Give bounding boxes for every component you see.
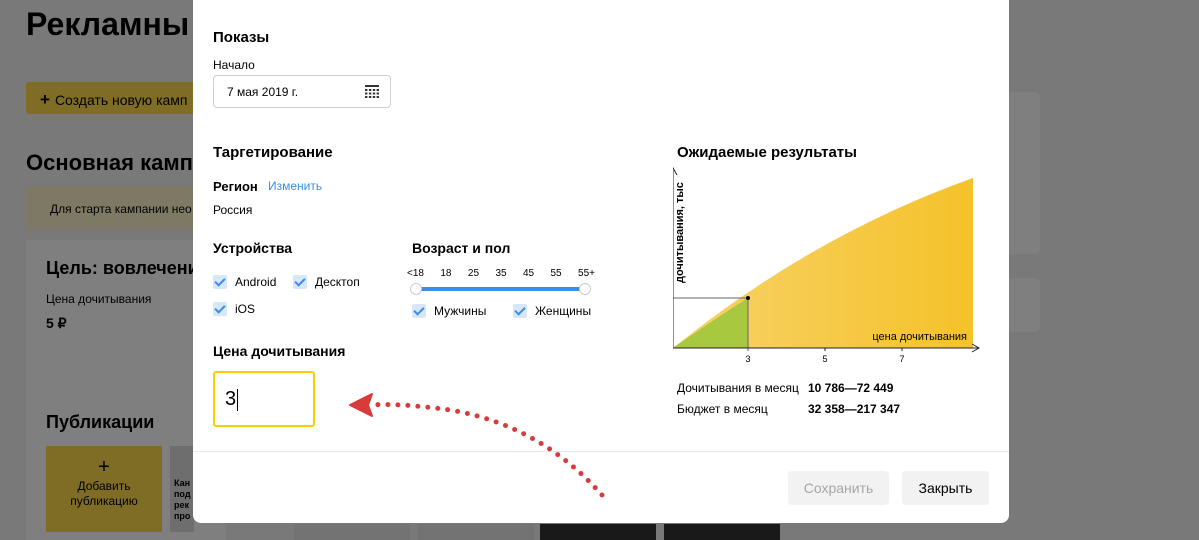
close-button[interactable]: Закрыть xyxy=(902,471,989,505)
budget-value: 32 358—217 347 xyxy=(808,402,901,416)
results-chart: 3 5 7 цена дочитывания дочитывания, тыс xyxy=(673,166,981,364)
x-tick-label: 3 xyxy=(745,354,750,364)
devices-title: Устройства xyxy=(213,240,293,256)
age-tick: 35 xyxy=(495,268,507,279)
device-checkbox-desktop[interactable]: Десктоп xyxy=(293,275,360,289)
age-tick: 25 xyxy=(467,268,480,279)
text-caret xyxy=(237,388,239,411)
chart-highlight-area xyxy=(673,298,748,348)
annotation-arrow xyxy=(349,393,605,498)
y-axis-label: дочитывания, тыс xyxy=(674,182,686,283)
age-tick: 18 xyxy=(440,268,452,279)
device-label: Android xyxy=(235,275,277,289)
age-ticks: <18 18 25 35 45 55 55+ xyxy=(407,268,595,279)
gender-checkbox-male[interactable]: Мужчины xyxy=(412,304,486,318)
region-change-link[interactable]: Изменить xyxy=(268,179,322,193)
start-date-value: 7 мая 2019 г. xyxy=(227,85,299,99)
impressions-title: Показы xyxy=(213,29,270,46)
region-value: Россия xyxy=(213,203,253,217)
gender-checkbox-female[interactable]: Женщины xyxy=(513,304,591,318)
reads-label: Дочитывания в месяц xyxy=(677,381,799,395)
checkbox-checked-icon xyxy=(213,302,227,316)
checkbox-checked-icon xyxy=(213,275,227,289)
gender-label: Женщины xyxy=(535,304,592,318)
device-checkbox-ios[interactable]: iOS xyxy=(213,302,255,316)
start-date-input[interactable]: 7 мая 2019 г. xyxy=(213,75,391,108)
calendar-icon[interactable] xyxy=(365,84,379,98)
results-title: Ожидаемые результаты xyxy=(677,144,857,161)
age-gender-title: Возраст и пол xyxy=(412,240,511,256)
price-title: Цена дочитывания xyxy=(213,343,346,359)
save-button[interactable]: Сохранить xyxy=(788,471,889,505)
age-slider-track[interactable] xyxy=(415,287,583,291)
device-label: iOS xyxy=(235,302,256,316)
arrow-curve xyxy=(369,402,605,498)
x-axis-label: цена дочитывания xyxy=(872,331,967,343)
marker-point xyxy=(746,296,750,300)
age-tick: 55 xyxy=(550,268,562,279)
region-label: Регион xyxy=(213,179,258,194)
y-axis-arrow xyxy=(673,166,678,176)
checkbox-checked-icon xyxy=(293,275,307,289)
budget-label: Бюджет в месяц xyxy=(677,402,768,416)
device-checkbox-android[interactable]: Android xyxy=(213,275,276,289)
age-slider-max-handle[interactable] xyxy=(579,283,591,295)
x-tick-label: 5 xyxy=(822,354,827,364)
x-tick-label: 7 xyxy=(899,354,904,364)
gender-label: Мужчины xyxy=(434,304,487,318)
age-tick: 55+ xyxy=(578,268,595,279)
start-label: Начало xyxy=(213,58,255,72)
arrow-head xyxy=(349,393,373,417)
reads-value: 10 786—72 449 xyxy=(808,381,894,395)
age-slider-min-handle[interactable] xyxy=(410,283,422,295)
price-input[interactable]: 3 xyxy=(213,371,315,427)
age-tick: <18 xyxy=(407,268,424,279)
checkbox-checked-icon xyxy=(513,304,527,318)
price-input-value: 3 xyxy=(225,388,237,410)
targeting-title: Таргетирование xyxy=(213,144,333,161)
device-label: Десктоп xyxy=(315,275,360,289)
age-tick: 45 xyxy=(522,268,535,279)
checkbox-checked-icon xyxy=(412,304,426,318)
